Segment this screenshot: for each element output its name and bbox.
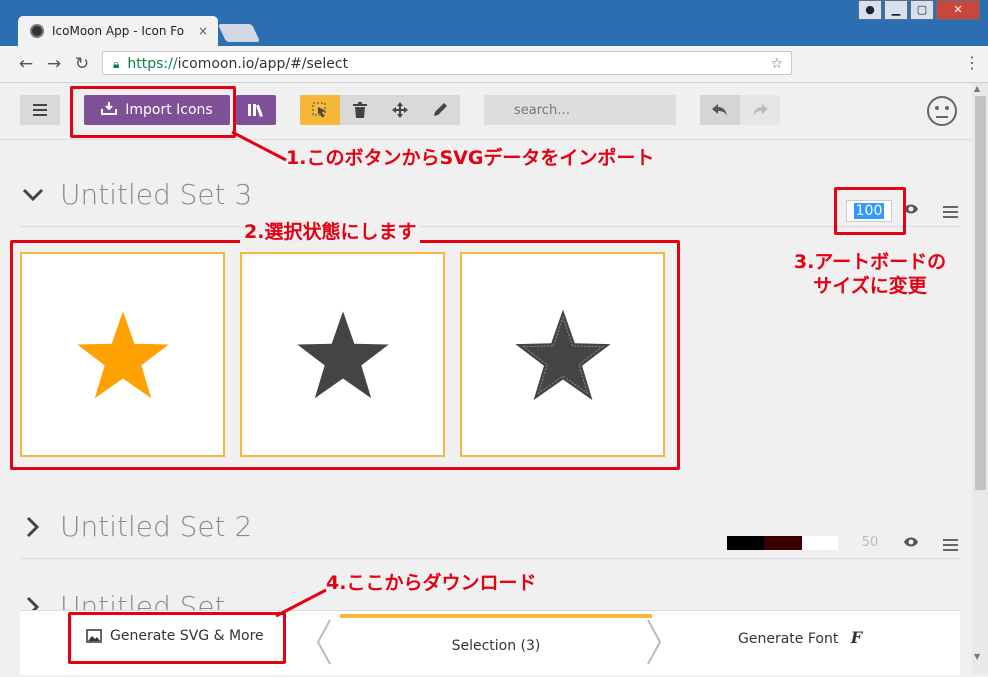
scroll-down-arrow-icon[interactable]: ▼ [974,652,980,661]
forward-arrow-icon[interactable]: → [42,53,66,75]
url-protocol: https:// [127,56,178,72]
window-close-button[interactable]: ✕ [936,0,980,20]
browser-tab[interactable]: IcoMoon App - Icon Fo × [18,16,218,46]
left-chevron-separator-icon [314,618,334,677]
color-palette [727,536,838,550]
annotation-note-2: 2.選択状態にします [240,220,421,244]
annotation-box-download [68,612,286,664]
scrollbar-thumb[interactable] [975,96,986,490]
move-tool-button[interactable] [380,95,420,125]
user-icon[interactable]: ● [858,0,882,20]
browser-menu-icon[interactable]: ⋮ [964,53,980,72]
window-controls: ● ▁ ▢ ✕ [858,0,980,20]
lock-icon: 🔒︎ [113,57,120,71]
undo-icon [712,104,727,116]
right-chevron-separator-icon [644,618,664,677]
url-path: icomoon.io/app/#/select [177,56,349,72]
annotation-note-3-line1: 3.アートボードの [793,251,947,273]
eye-icon[interactable] [903,536,919,552]
annotation-leader-line [231,130,287,162]
pencil-icon [434,103,447,116]
back-arrow-icon[interactable]: ← [14,53,38,75]
tab-title: IcoMoon App - Icon Fo [52,24,185,38]
select-cursor-icon [312,102,326,118]
set-title[interactable]: Untitled Set 3 [60,178,252,211]
edit-tool-button[interactable] [420,95,460,125]
main-menu-button[interactable] [20,95,60,125]
font-glyph-icon: F [850,628,863,647]
expand-chevron-icon[interactable] [26,516,40,544]
artboard-size-input[interactable]: 50 [850,532,890,554]
url-field[interactable]: 🔒︎ https://icomoon.io/app/#/select ☆ [102,51,792,75]
annotation-leader-line [275,588,327,618]
scroll-up-arrow-icon[interactable]: ▲ [974,84,980,93]
set-title[interactable]: Untitled Set 2 [60,510,252,543]
move-arrows-icon [392,102,408,118]
minimize-button[interactable]: ▁ [884,0,908,20]
set-divider [20,226,960,227]
hamburger-icon [33,104,47,116]
collapse-chevron-icon[interactable] [22,183,44,208]
annotation-note-1: 1.このボタンからSVGデータをインポート [286,147,655,169]
set-menu-icon[interactable] [943,536,958,555]
annotation-note-3: 3.アートボードの サイズに変更 [780,250,960,298]
annotation-box-size [834,187,906,235]
color-swatch[interactable] [727,536,764,550]
library-button[interactable] [236,95,276,125]
account-face-icon[interactable] [926,95,958,127]
delete-tool-button[interactable] [340,95,380,125]
selection-label: Selection (3) [451,638,541,654]
selection-tab[interactable]: Selection (3) [340,614,652,674]
set-divider [20,558,960,559]
redo-button[interactable] [740,95,780,125]
annotation-box-icons [10,240,680,470]
undo-button[interactable] [700,95,740,125]
redo-icon [753,104,768,116]
maximize-button[interactable]: ▢ [910,0,934,20]
trash-icon [353,102,367,118]
select-tool-button[interactable] [300,95,340,125]
icomoon-favicon-icon [30,24,44,38]
selection-tools [300,95,460,125]
annotation-box-import [70,86,236,138]
reload-icon[interactable]: ↻ [70,53,94,75]
set-menu-icon[interactable] [943,203,958,222]
color-swatch[interactable] [802,536,838,550]
annotation-note-3-line2: サイズに変更 [813,275,927,297]
generate-font-label: Generate Font [738,631,839,647]
generate-font-button[interactable]: Generate Font F [738,628,862,647]
library-books-icon [248,104,263,117]
bookmark-star-icon[interactable]: ☆ [770,52,783,76]
search-input[interactable] [484,95,676,125]
annotation-note-4: 4.ここからダウンロード [326,572,537,594]
color-swatch[interactable] [764,536,802,550]
tab-close-icon[interactable]: × [194,24,212,38]
